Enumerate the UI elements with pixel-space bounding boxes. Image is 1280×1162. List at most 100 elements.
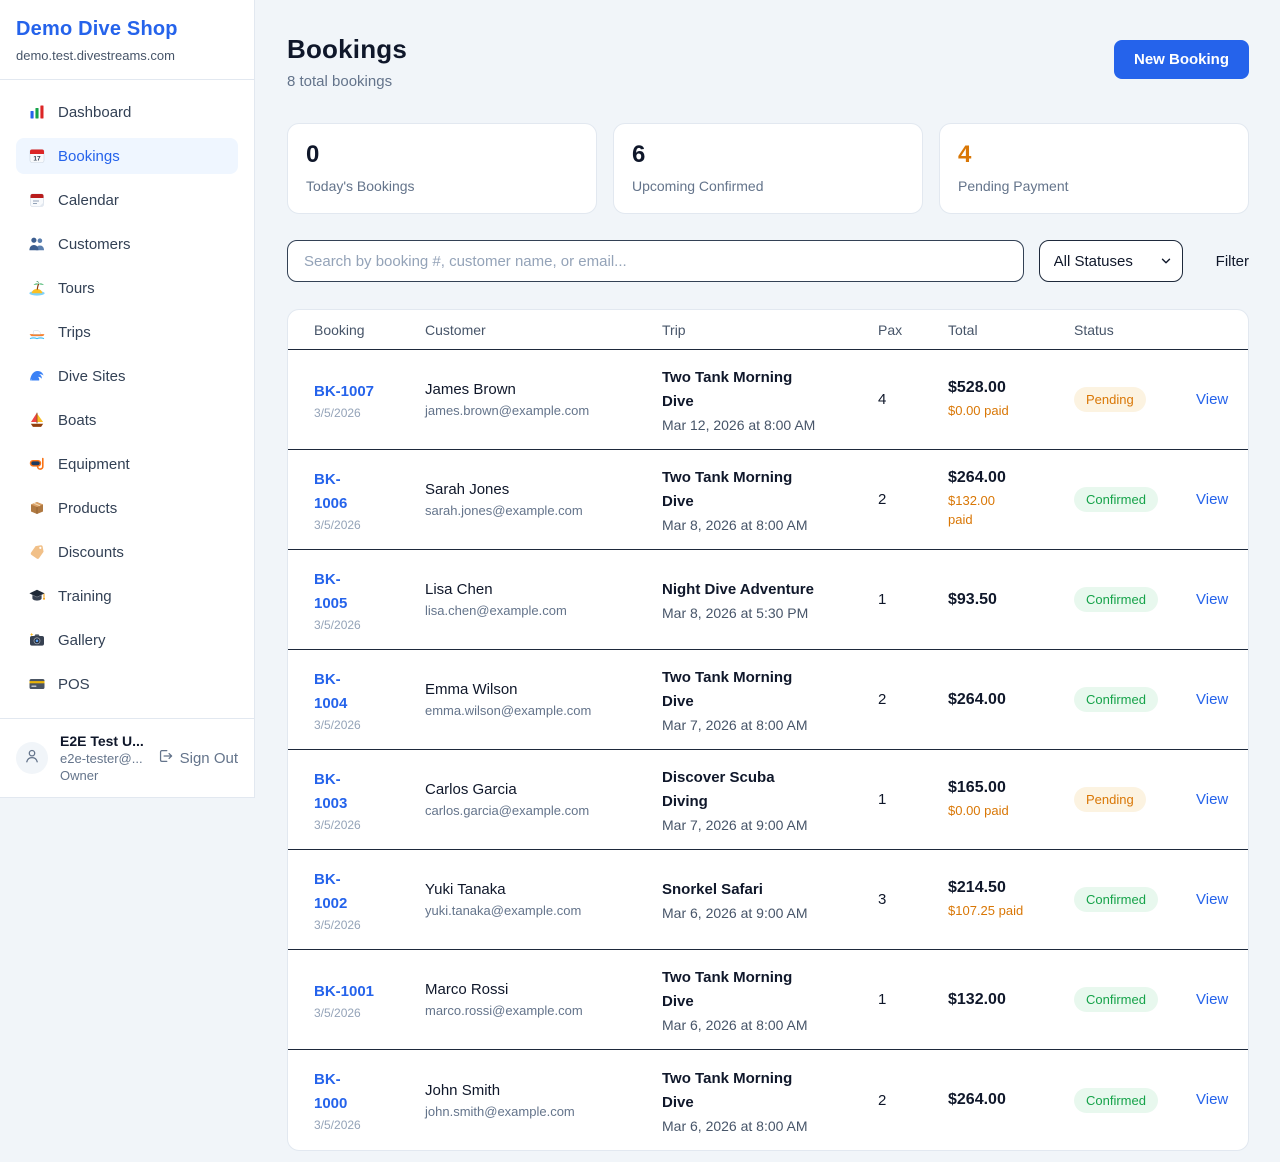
customer-name: Yuki Tanaka <box>425 881 662 898</box>
stat-card: 0 Today's Bookings <box>287 123 597 214</box>
booking-id-link[interactable]: BK-1001 <box>314 980 374 1004</box>
sidebar-item-equipment[interactable]: Equipment <box>16 446 238 482</box>
customer-email: yuki.tanaka@example.com <box>425 903 662 918</box>
booking-id-link[interactable]: BK-1007 <box>314 380 374 404</box>
trip-time: Mar 7, 2026 at 8:00 AM <box>662 717 878 733</box>
pax-count: 2 <box>878 491 948 508</box>
booking-id-link[interactable]: BK- 1000 <box>314 1068 347 1116</box>
speedboat-icon <box>28 323 46 341</box>
bar-chart-icon <box>28 103 46 121</box>
shop-name: Demo Dive Shop <box>16 18 238 41</box>
sidebar-item-label: Dashboard <box>58 104 131 121</box>
sidebar-item-bookings[interactable]: 17 Bookings <box>16 138 238 174</box>
main-content: Bookings 8 total bookings New Booking 0 … <box>255 0 1280 1151</box>
sidebar-item-gallery[interactable]: Gallery <box>16 622 238 658</box>
booking-date: 3/5/2026 <box>314 406 425 420</box>
sidebar-item-label: Trips <box>58 324 91 341</box>
booking-date: 3/5/2026 <box>314 1006 425 1020</box>
sidebar-item-label: Gallery <box>58 632 106 649</box>
total-amount: $264.00 <box>948 1091 1074 1109</box>
trip-name: Two Tank Morning Dive <box>662 366 852 414</box>
col-total: Total <box>948 322 1074 338</box>
sidebar-item-calendar[interactable]: Calendar <box>16 182 238 218</box>
trip-time: Mar 7, 2026 at 9:00 AM <box>662 817 878 833</box>
booking-id-link[interactable]: BK- 1003 <box>314 768 347 816</box>
stat-label: Upcoming Confirmed <box>632 178 904 194</box>
status-badge: Confirmed <box>1074 987 1158 1012</box>
pax-count: 3 <box>878 891 948 908</box>
stats-row: 0 Today's Bookings 6 Upcoming Confirmed … <box>287 123 1249 214</box>
customer-email: sarah.jones@example.com <box>425 503 662 518</box>
view-link[interactable]: View <box>1196 891 1228 908</box>
shop-domain: demo.test.divestreams.com <box>16 48 238 63</box>
booking-id-link[interactable]: BK- 1005 <box>314 568 347 616</box>
sidebar-item-customers[interactable]: Customers <box>16 226 238 262</box>
sidebar-item-dashboard[interactable]: Dashboard <box>16 94 238 130</box>
sidebar-item-label: Equipment <box>58 456 130 473</box>
sidebar-item-trips[interactable]: Trips <box>16 314 238 350</box>
customer-name: Carlos Garcia <box>425 781 662 798</box>
table-row: BK- 1006 3/5/2026 Sarah Jones sarah.jone… <box>288 450 1248 550</box>
view-link[interactable]: View <box>1196 491 1228 508</box>
stat-value: 0 <box>306 141 578 169</box>
view-link[interactable]: View <box>1196 391 1228 408</box>
people-icon <box>28 235 46 253</box>
sidebar-item-boats[interactable]: Boats <box>16 402 238 438</box>
view-link[interactable]: View <box>1196 1091 1228 1108</box>
sidebar-item-products[interactable]: Products <box>16 490 238 526</box>
col-customer: Customer <box>425 322 662 338</box>
paid-amount: $107.25 paid <box>948 902 1043 921</box>
pax-count: 4 <box>878 391 948 408</box>
total-amount: $528.00 <box>948 379 1074 397</box>
sidebar-item-label: POS <box>58 676 90 693</box>
trip-name: Discover Scuba Diving <box>662 766 852 814</box>
view-link[interactable]: View <box>1196 691 1228 708</box>
col-status: Status <box>1074 322 1196 338</box>
status-badge: Pending <box>1074 787 1146 812</box>
filter-button[interactable]: Filter <box>1216 253 1249 270</box>
trip-time: Mar 8, 2026 at 8:00 AM <box>662 517 878 533</box>
booking-id-link[interactable]: BK- 1006 <box>314 468 347 516</box>
pax-count: 1 <box>878 991 948 1008</box>
new-booking-button[interactable]: New Booking <box>1114 40 1249 79</box>
table-row: BK- 1002 3/5/2026 Yuki Tanaka yuki.tanak… <box>288 850 1248 950</box>
view-link[interactable]: View <box>1196 591 1228 608</box>
pax-count: 1 <box>878 591 948 608</box>
bookings-table: Booking Customer Trip Pax Total Status B… <box>287 309 1249 1151</box>
status-select[interactable]: All Statuses <box>1039 240 1183 282</box>
sidebar-item-training[interactable]: Training <box>16 578 238 614</box>
pax-count: 1 <box>878 791 948 808</box>
table-row: BK- 1004 3/5/2026 Emma Wilson emma.wilso… <box>288 650 1248 750</box>
booking-id-link[interactable]: BK- 1002 <box>314 868 347 916</box>
sidebar-item-label: Discounts <box>58 544 124 561</box>
total-amount: $264.00 <box>948 691 1074 709</box>
search-input[interactable] <box>287 240 1024 282</box>
view-link[interactable]: View <box>1196 991 1228 1008</box>
status-badge: Confirmed <box>1074 1088 1158 1113</box>
stat-value: 6 <box>632 141 904 169</box>
sidebar: Demo Dive Shop demo.test.divestreams.com… <box>0 0 255 798</box>
paid-amount: $132.00 paid <box>948 492 1043 530</box>
diving-mask-icon <box>28 455 46 473</box>
tag-icon <box>28 543 46 561</box>
sign-out-button[interactable]: Sign Out <box>157 748 238 768</box>
island-icon <box>28 279 46 297</box>
sidebar-item-label: Tours <box>58 280 95 297</box>
sidebar-item-tours[interactable]: Tours <box>16 270 238 306</box>
calendar-date-icon: 17 <box>28 147 46 165</box>
sidebar-item-label: Dive Sites <box>58 368 126 385</box>
sidebar-item-label: Boats <box>58 412 96 429</box>
sidebar-item-pos[interactable]: POS <box>16 666 238 702</box>
logout-icon <box>157 748 173 768</box>
sidebar-item-discounts[interactable]: Discounts <box>16 534 238 570</box>
total-amount: $93.50 <box>948 591 1074 609</box>
view-link[interactable]: View <box>1196 791 1228 808</box>
page-header: Bookings 8 total bookings New Booking <box>287 34 1249 90</box>
graduation-cap-icon <box>28 587 46 605</box>
col-pax: Pax <box>878 322 948 338</box>
booking-id-link[interactable]: BK- 1004 <box>314 668 347 716</box>
customer-name: Emma Wilson <box>425 681 662 698</box>
pax-count: 2 <box>878 1092 948 1109</box>
status-badge: Confirmed <box>1074 587 1158 612</box>
sidebar-item-dive-sites[interactable]: Dive Sites <box>16 358 238 394</box>
